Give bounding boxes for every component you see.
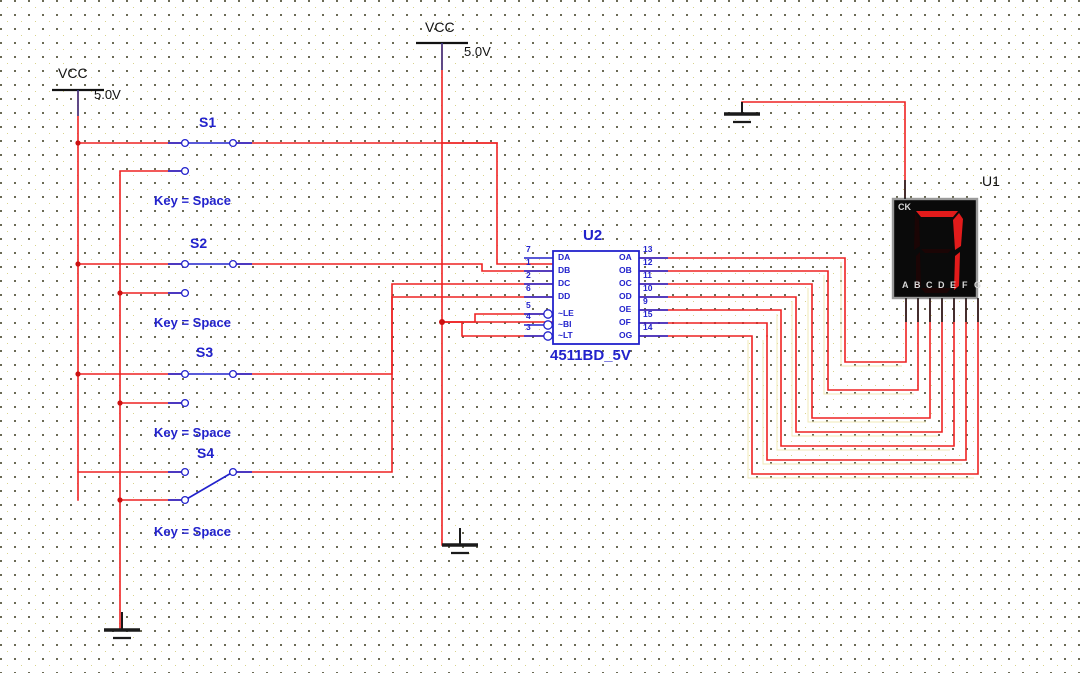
ic-input-name-DD: DD: [558, 291, 571, 301]
ic-output-pin-11: 11: [643, 270, 652, 280]
ic-output-name-OE: OE: [619, 304, 632, 314]
switch-key-s1: Key = Space: [154, 193, 231, 208]
ic-input-name-DC: DC: [558, 278, 571, 288]
vcc-voltage-left: 5.0V: [94, 87, 121, 102]
ic-output-name-OD: OD: [619, 291, 632, 301]
switch-terminal: [180, 398, 190, 408]
segment-g: [921, 249, 952, 253]
switch-terminal: [180, 495, 190, 505]
ic-input-pin-5: 5: [526, 300, 531, 310]
segment-a: [916, 211, 958, 217]
ic-output-name-OF: OF: [619, 317, 631, 327]
vcc-label-top: VCC: [425, 19, 455, 35]
ic-output-name-OB: OB: [619, 265, 632, 275]
junction-dot: [439, 319, 445, 325]
junction-dot: [75, 140, 81, 146]
inverter-bubble-icon: [543, 320, 553, 330]
switch-terminal: [180, 288, 190, 298]
switch-terminal: [180, 467, 190, 477]
ic-input-name-nLE: ~LE: [558, 308, 574, 318]
display-clock-label: CK: [898, 202, 911, 212]
switch-key-s3: Key = Space: [154, 425, 231, 440]
ic-output-pin-13: 13: [643, 244, 653, 254]
ic-output-pin-14: 14: [643, 322, 653, 332]
ic-output-name-OC: OC: [619, 278, 632, 288]
vcc-label-left: VCC: [58, 65, 88, 81]
ic-output-pin-9: 9: [643, 296, 648, 306]
switch-ref-s2: S2: [190, 235, 208, 251]
switch-terminal: [228, 369, 238, 379]
ic-part-number-label: 4511BD_5V: [550, 347, 631, 364]
switch-terminal: [180, 259, 190, 269]
schematic-canvas: VCC 5.0V VCC 5.0V S1 Key = Space S2 Key …: [0, 0, 1080, 673]
inverter-bubble-icon: [543, 331, 553, 341]
schematic-drawing: [0, 0, 1080, 673]
switch-terminal: [228, 138, 238, 148]
switch-terminal: [180, 138, 190, 148]
ic-input-name-DB: DB: [558, 265, 571, 275]
display-pin-label-E: E: [950, 280, 957, 290]
junction-dot: [117, 400, 123, 406]
switch-key-s4: Key = Space: [154, 524, 231, 539]
switch-ref-s3: S3: [196, 344, 214, 360]
display-pin-label-G: G: [974, 280, 982, 290]
switch-terminal: [228, 259, 238, 269]
junction-dot: [117, 290, 123, 296]
ic-input-pin-2: 2: [526, 270, 531, 280]
switch-terminal: [228, 467, 238, 477]
switch-key-s2: Key = Space: [154, 315, 231, 330]
ic-output-name-OA: OA: [619, 252, 632, 262]
display-pin-label-C: C: [926, 280, 933, 290]
switch-ref-s4: S4: [197, 445, 215, 461]
switch-terminal: [180, 369, 190, 379]
inverter-bubble-icon: [543, 309, 553, 319]
display-pin-label-B: B: [914, 280, 921, 290]
ic-output-pin-10: 10: [643, 283, 653, 293]
vcc-voltage-top: 5.0V: [464, 44, 491, 59]
ic-output-pin-15: 15: [643, 309, 653, 319]
ic-input-name-nLT: ~LT: [558, 330, 573, 340]
switch-ref-s1: S1: [199, 114, 217, 130]
ic-input-name-nBI: ~BI: [558, 319, 572, 329]
ic-input-pin-7: 7: [526, 244, 531, 254]
ic-input-pin-4: 4: [526, 311, 531, 321]
ic-input-pin-6: 6: [526, 283, 531, 293]
display-pin-label-A: A: [902, 280, 909, 290]
junction-dot: [75, 371, 81, 377]
ic-input-pin-3: 3: [526, 322, 531, 332]
ic-output-pin-12: 12: [643, 257, 653, 267]
ic-input-pin-1: 1: [526, 257, 531, 267]
ic-output-name-OG: OG: [619, 330, 633, 340]
junction-dot: [75, 261, 81, 267]
display-pin-label-D: D: [938, 280, 945, 290]
ic-input-name-DA: DA: [558, 252, 571, 262]
ic-ref-label: U2: [583, 227, 603, 244]
display-pin-label-F: F: [962, 280, 968, 290]
junction-dot: [117, 497, 123, 503]
display-ref-label: U1: [982, 173, 1000, 189]
switch-terminal: [180, 166, 190, 176]
